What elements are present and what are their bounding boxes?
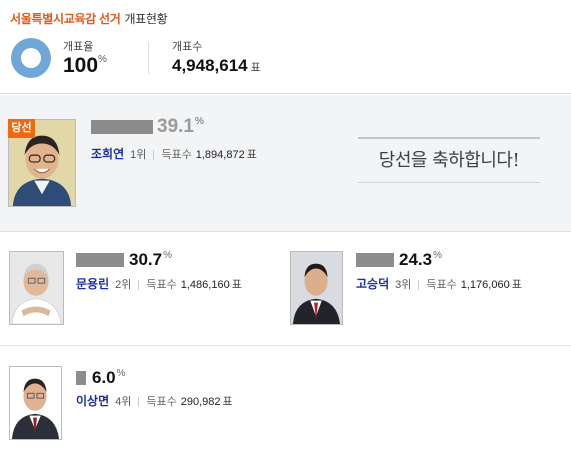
winner-rank: 1위 — [130, 149, 147, 161]
stat-divider — [148, 42, 149, 74]
count-unit: 표 — [250, 62, 261, 74]
candidate-4-vote-bar — [76, 371, 86, 385]
candidate-4-votes-unit: 표 — [222, 396, 233, 408]
row-divider — [0, 345, 571, 346]
count-rate-unit: % — [98, 54, 107, 65]
election-name: 서울특별시교육감 선거 — [10, 12, 121, 26]
candidate-4-rank: 4위 — [115, 396, 132, 408]
winner-votes: 1,894,872 — [195, 149, 245, 161]
candidate-2-votes: 1,486,160 — [180, 279, 230, 291]
candidate-2-vote-bar — [76, 253, 124, 267]
winner-info: 조희연 1위 득표수 1,894,872 표 — [91, 145, 257, 162]
candidate-2-percent: 30.7% — [129, 250, 172, 269]
page-title: 서울특별시교육감 선거 개표현황 — [10, 10, 168, 27]
title-suffix: 개표현황 — [124, 12, 168, 26]
candidate-3-votes: 1,176,060 — [460, 279, 510, 291]
candidate-2-info: 문용린 2위 득표수 1,486,160 표 — [76, 275, 242, 292]
candidate-4-info: 이상면 4위 득표수 290,982 표 — [76, 392, 233, 409]
candidate-2-votes-unit: 표 — [231, 279, 242, 291]
candidate-3-rank: 3위 — [395, 279, 412, 291]
candidate-3-vote-bar — [356, 253, 394, 267]
summary-header: 서울특별시교육감 선거 개표현황 개표율 100% 개표수 4,948,614 표 — [0, 0, 571, 94]
count-rate-label: 개표율 — [63, 41, 94, 53]
winner-name-link[interactable]: 조희연 — [91, 147, 124, 161]
candidate-3-votes-unit: 표 — [511, 279, 522, 291]
candidate-4-photo[interactable] — [9, 366, 62, 440]
candidate-3-info: 고승덕 3위 득표수 1,176,060 표 — [356, 275, 522, 292]
count-rate-donut-icon — [11, 38, 51, 78]
count-label: 개표수 — [172, 41, 203, 53]
candidate-3-photo[interactable] — [290, 251, 343, 325]
count-value: 4,948,614 표 — [172, 56, 261, 75]
candidate-4-votes: 290,982 — [180, 396, 221, 408]
candidate-4-percent: 6.0% — [92, 368, 126, 387]
candidate-2-votes-label: 득표수 — [146, 279, 177, 291]
winner-votes-unit: 표 — [246, 149, 257, 161]
candidate-4-name-link[interactable]: 이상면 — [76, 394, 109, 408]
winner-vote-bar — [91, 120, 153, 134]
count-rate-value: 100% — [63, 54, 107, 77]
candidate-4-votes-label: 득표수 — [146, 396, 177, 408]
congratulations-banner: 당선을 축하합니다! — [358, 137, 540, 183]
candidate-2-name-link[interactable]: 문용린 — [76, 277, 109, 291]
candidate-2-rank: 2위 — [115, 279, 132, 291]
elected-badge: 당선 — [8, 119, 35, 138]
candidate-3-name-link[interactable]: 고승덕 — [356, 277, 389, 291]
candidate-3-votes-label: 득표수 — [426, 279, 457, 291]
candidate-3-percent: 24.3% — [399, 250, 442, 269]
candidate-2-photo[interactable] — [9, 251, 64, 325]
winner-percent: 39.1% — [157, 116, 204, 137]
winner-votes-label: 득표수 — [161, 149, 192, 161]
